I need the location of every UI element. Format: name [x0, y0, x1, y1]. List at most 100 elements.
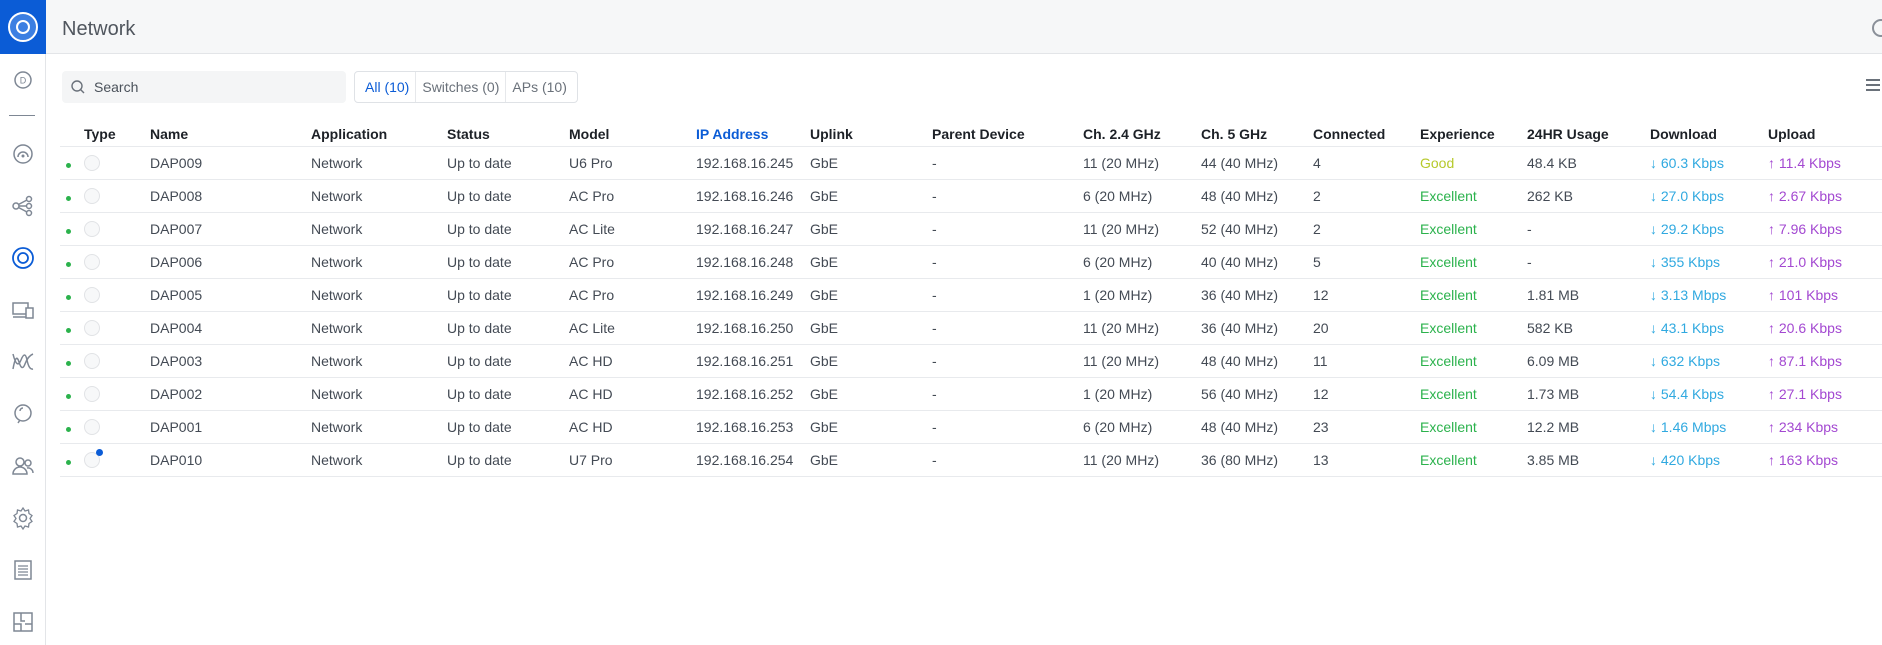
- column-header-ip-address[interactable]: IP Address: [696, 122, 810, 147]
- table-row[interactable]: DAP010 Network Up to date U7 Pro 192.168.16.…: [60, 443, 1882, 477]
- topology-icon[interactable]: [0, 186, 46, 226]
- access-point-icon: [84, 221, 100, 238]
- cell-connected-clients: 12: [1313, 278, 1420, 312]
- cell-model: AC Pro: [569, 179, 696, 213]
- cell-channel-5ghz: 40 (40 MHz): [1201, 245, 1313, 279]
- column-header-ch-24ghz[interactable]: Ch. 2.4 GHz: [1083, 122, 1201, 147]
- dashboard-icon[interactable]: D: [0, 60, 46, 100]
- filter-switches[interactable]: Switches (0): [416, 72, 507, 102]
- device-type-cell: [84, 410, 150, 444]
- cell-channel-5ghz: 48 (40 MHz): [1201, 410, 1313, 444]
- cell-application: Network: [311, 146, 447, 180]
- column-header-experience[interactable]: Experience: [1420, 122, 1527, 147]
- cell-device-name: DAP006: [150, 245, 311, 279]
- table-row[interactable]: DAP001 Network Up to date AC HD 192.168.16.2…: [60, 410, 1882, 444]
- cell-device-name: DAP001: [150, 410, 311, 444]
- online-status-cell: [60, 146, 84, 180]
- cell-connected-clients: 5: [1313, 245, 1420, 279]
- table-row[interactable]: DAP007 Network Up to date AC Lite 192.168.16…: [60, 212, 1882, 246]
- filter-aps[interactable]: APs (10): [506, 72, 572, 102]
- column-header-application[interactable]: Application: [311, 122, 447, 147]
- column-header-ch-5ghz[interactable]: Ch. 5 GHz: [1201, 122, 1313, 147]
- column-header-type[interactable]: Type: [84, 122, 150, 147]
- cell-ip-address: 192.168.16.247: [696, 212, 810, 246]
- cell-upload-rate: ↑ 20.6 Kbps: [1768, 311, 1882, 345]
- cell-usage-24hr: 6.09 MB: [1527, 344, 1650, 378]
- column-header-download[interactable]: Download: [1650, 122, 1768, 147]
- column-header-name[interactable]: Name: [150, 122, 311, 147]
- insights-icon[interactable]: [0, 394, 46, 434]
- cell-device-name: DAP004: [150, 311, 311, 345]
- access-point-icon: [84, 155, 100, 172]
- table-row[interactable]: DAP002 Network Up to date AC HD 192.168.16.2…: [60, 377, 1882, 411]
- filter-all[interactable]: All (10): [359, 72, 417, 102]
- cell-model: U7 Pro: [569, 443, 696, 477]
- column-settings-icon[interactable]: [1866, 79, 1880, 93]
- device-type-cell: [84, 146, 150, 180]
- logo-icon[interactable]: [0, 0, 46, 54]
- cell-download-rate: ↓ 3.13 Mbps: [1650, 278, 1768, 312]
- device-type-cell: [84, 344, 150, 378]
- cell-download-rate: ↓ 43.1 Kbps: [1650, 311, 1768, 345]
- cell-device-name: DAP009: [150, 146, 311, 180]
- users-icon[interactable]: [0, 446, 46, 486]
- cell-usage-24hr: 582 KB: [1527, 311, 1650, 345]
- cell-channel-24ghz: 11 (20 MHz): [1083, 443, 1201, 477]
- search-box[interactable]: [62, 71, 346, 103]
- online-status-dot: [66, 459, 71, 465]
- client-devices-icon[interactable]: [0, 290, 46, 330]
- column-header-parent-device[interactable]: Parent Device: [932, 122, 1083, 147]
- column-header-status[interactable]: Status: [447, 122, 569, 147]
- network-devices-icon[interactable]: [0, 238, 46, 278]
- floorplan-icon[interactable]: [0, 602, 46, 642]
- online-status-dot: [66, 294, 71, 300]
- cell-status: Up to date: [447, 245, 569, 279]
- table-row[interactable]: DAP008 Network Up to date AC Pro 192.168.16.…: [60, 179, 1882, 213]
- cell-upload-rate: ↑ 87.1 Kbps: [1768, 344, 1882, 378]
- speedometer-icon[interactable]: [0, 134, 46, 174]
- access-point-icon: [84, 320, 100, 337]
- cell-channel-24ghz: 11 (20 MHz): [1083, 212, 1201, 246]
- help-icon[interactable]: [1872, 19, 1882, 37]
- cell-ip-address: 192.168.16.246: [696, 179, 810, 213]
- cell-model: AC Pro: [569, 245, 696, 279]
- cell-parent-device: -: [932, 410, 1083, 444]
- column-header-uplink[interactable]: Uplink: [810, 122, 932, 147]
- online-status-cell: [60, 311, 84, 345]
- device-type-cell: [84, 377, 150, 411]
- cell-channel-24ghz: 1 (20 MHz): [1083, 278, 1201, 312]
- column-header-model[interactable]: Model: [569, 122, 696, 147]
- settings-icon[interactable]: [0, 498, 46, 538]
- column-header-24hr-usage[interactable]: 24HR Usage: [1527, 122, 1650, 147]
- table-row[interactable]: DAP005 Network Up to date AC Pro 192.168.16.…: [60, 278, 1882, 312]
- cell-application: Network: [311, 179, 447, 213]
- cell-uplink: GbE: [810, 311, 932, 345]
- online-status-dot: [66, 195, 71, 201]
- online-status-cell: [60, 212, 84, 246]
- column-header-upload[interactable]: Upload: [1768, 122, 1882, 147]
- statistics-icon[interactable]: [0, 342, 46, 382]
- online-status-cell: [60, 443, 84, 477]
- column-header-connected[interactable]: Connected: [1313, 122, 1420, 147]
- cell-parent-device: -: [932, 311, 1083, 345]
- sidebar-divider: [9, 115, 35, 116]
- table-row[interactable]: DAP004 Network Up to date AC Lite 192.168.16…: [60, 311, 1882, 345]
- cell-application: Network: [311, 410, 447, 444]
- search-input[interactable]: [94, 79, 334, 95]
- table-row[interactable]: DAP006 Network Up to date AC Pro 192.168.16.…: [60, 245, 1882, 279]
- logs-icon[interactable]: [0, 550, 46, 590]
- cell-usage-24hr: 1.73 MB: [1527, 377, 1650, 411]
- table-header-row: Type Name Application Status Model IP Ad…: [60, 122, 1882, 147]
- cell-experience: Excellent: [1420, 443, 1527, 477]
- cell-upload-rate: ↑ 7.96 Kbps: [1768, 212, 1882, 246]
- cell-experience: Excellent: [1420, 410, 1527, 444]
- table-row[interactable]: DAP003 Network Up to date AC HD 192.168.16.2…: [60, 344, 1882, 378]
- cell-device-name: DAP007: [150, 212, 311, 246]
- cell-connected-clients: 13: [1313, 443, 1420, 477]
- table-row[interactable]: DAP009 Network Up to date U6 Pro 192.168.16.…: [60, 146, 1882, 180]
- online-status-dot: [66, 261, 71, 267]
- cell-uplink: GbE: [810, 146, 932, 180]
- cell-connected-clients: 20: [1313, 311, 1420, 345]
- cell-model: AC HD: [569, 410, 696, 444]
- cell-ip-address: 192.168.16.252: [696, 377, 810, 411]
